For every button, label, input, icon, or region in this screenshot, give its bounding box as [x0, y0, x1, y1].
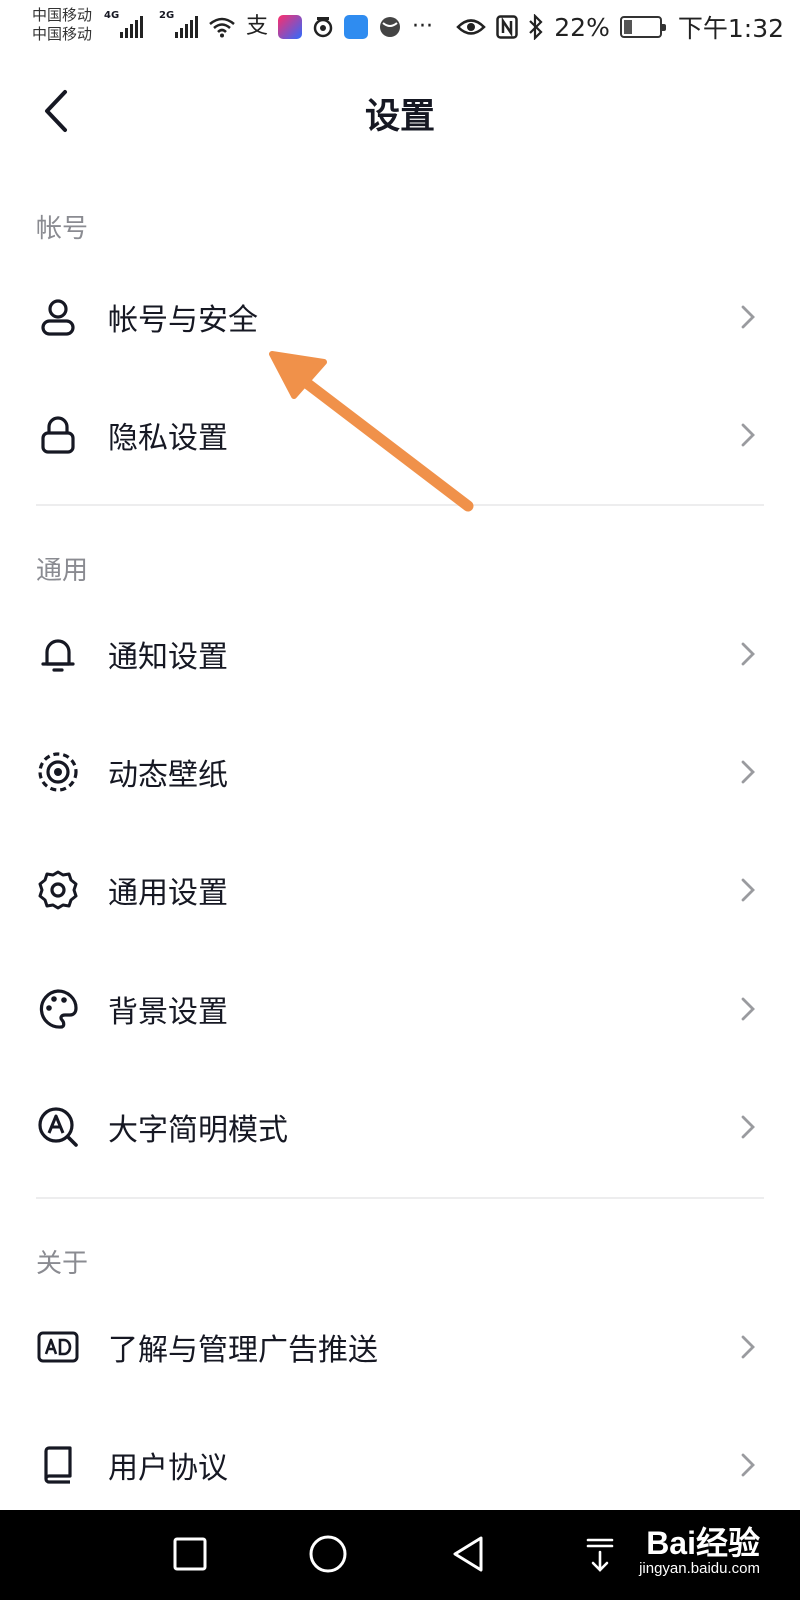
bell-icon — [36, 632, 80, 676]
signal-2-icon: 2G — [159, 10, 198, 38]
large-text-icon — [36, 1105, 80, 1149]
watermark-url: jingyan.baidu.com — [639, 1560, 760, 1577]
settings-item-background[interactable]: 背景设置 — [0, 950, 800, 1068]
clock: 下午1:32 — [677, 14, 784, 43]
pull-down-icon — [586, 1538, 614, 1572]
chevron-right-icon — [738, 640, 758, 668]
home-button[interactable] — [298, 1528, 358, 1580]
user-icon — [36, 295, 80, 339]
settings-item-label: 隐私设置 — [108, 421, 228, 456]
section-label-about: 关于 — [36, 1249, 89, 1279]
status-icons-right: 22% 下午1:32 — [456, 10, 784, 44]
network-type-1: 4G — [104, 10, 120, 21]
watermark-brand: Bai经验 — [646, 1525, 760, 1561]
chevron-right-icon — [738, 421, 758, 449]
alipay-icon: ⽀ — [246, 14, 269, 39]
message-app-icon — [344, 15, 369, 39]
section-label-general: 通用 — [36, 556, 89, 586]
live-wallpaper-icon — [36, 750, 80, 794]
gear-icon — [36, 868, 80, 912]
battery-icon — [619, 16, 666, 38]
circle-icon — [309, 1535, 347, 1573]
status-bar: 中国移动 中国移动 4G 2G ⽀ ··· 22% 下午1:32 — [0, 0, 800, 56]
lock-icon — [36, 413, 80, 457]
settings-item-label: 了解与管理广告推送 — [108, 1333, 378, 1368]
settings-item-label: 用户协议 — [108, 1451, 228, 1486]
status-icons-left: 4G 2G ⽀ ··· — [104, 10, 433, 44]
camera-app-icon — [313, 17, 333, 38]
bluetooth-icon — [529, 14, 543, 40]
square-icon — [173, 1537, 207, 1571]
browser-app-icon — [380, 17, 401, 37]
settings-item-ad-management[interactable]: 了解与管理广告推送 — [0, 1288, 800, 1406]
settings-item-live-wallpaper[interactable]: 动态壁纸 — [0, 713, 800, 831]
back-nav-button[interactable] — [438, 1528, 498, 1580]
settings-item-label: 通知设置 — [108, 640, 228, 675]
chevron-right-icon — [738, 1451, 758, 1479]
settings-item-label: 通用设置 — [108, 876, 228, 911]
triangle-back-icon — [453, 1536, 483, 1572]
wifi-icon — [209, 17, 235, 38]
signal-1-icon: 4G — [104, 10, 143, 38]
settings-item-label: 背景设置 — [108, 995, 228, 1030]
header: 设置 — [0, 56, 800, 168]
chevron-right-icon — [738, 1113, 758, 1141]
ad-icon — [36, 1325, 80, 1369]
carrier-names: 中国移动 中国移动 — [32, 6, 92, 44]
app-notification-icon — [278, 15, 303, 39]
settings-item-notifications[interactable]: 通知设置 — [0, 595, 800, 713]
settings-item-user-agreement[interactable]: 用户协议 — [0, 1406, 800, 1524]
palette-icon — [36, 987, 80, 1031]
network-type-2: 2G — [159, 10, 175, 21]
section-divider — [36, 1197, 764, 1199]
chevron-right-icon — [738, 995, 758, 1023]
chevron-right-icon — [738, 1333, 758, 1361]
settings-item-general-settings[interactable]: 通用设置 — [0, 831, 800, 949]
page-title: 设置 — [364, 97, 435, 137]
settings-item-label: 帐号与安全 — [108, 303, 258, 338]
recents-button[interactable] — [160, 1528, 220, 1580]
chevron-right-icon — [738, 303, 758, 331]
book-icon — [36, 1443, 80, 1487]
settings-item-large-text-mode[interactable]: 大字简明模式 — [0, 1068, 800, 1186]
carrier-1: 中国移动 — [32, 6, 93, 24]
chevron-right-icon — [738, 758, 758, 786]
section-divider — [36, 504, 764, 506]
settings-item-label: 大字简明模式 — [108, 1113, 288, 1148]
baidu-jingyan-watermark: Bai经验 jingyan.baidu.com — [639, 1518, 760, 1577]
nfc-icon — [496, 15, 519, 39]
more-notifications-icon: ··· — [412, 14, 433, 39]
battery-percent: 22% — [554, 12, 610, 42]
settings-item-account-security[interactable]: 帐号与安全 — [0, 258, 800, 376]
section-label-account: 帐号 — [36, 214, 89, 244]
carrier-2: 中国移动 — [32, 25, 93, 43]
settings-item-privacy[interactable]: 隐私设置 — [0, 376, 800, 494]
notification-pull-button[interactable] — [580, 1528, 620, 1580]
chevron-right-icon — [738, 876, 758, 904]
eye-comfort-icon — [456, 19, 487, 35]
settings-item-label: 动态壁纸 — [108, 758, 228, 793]
